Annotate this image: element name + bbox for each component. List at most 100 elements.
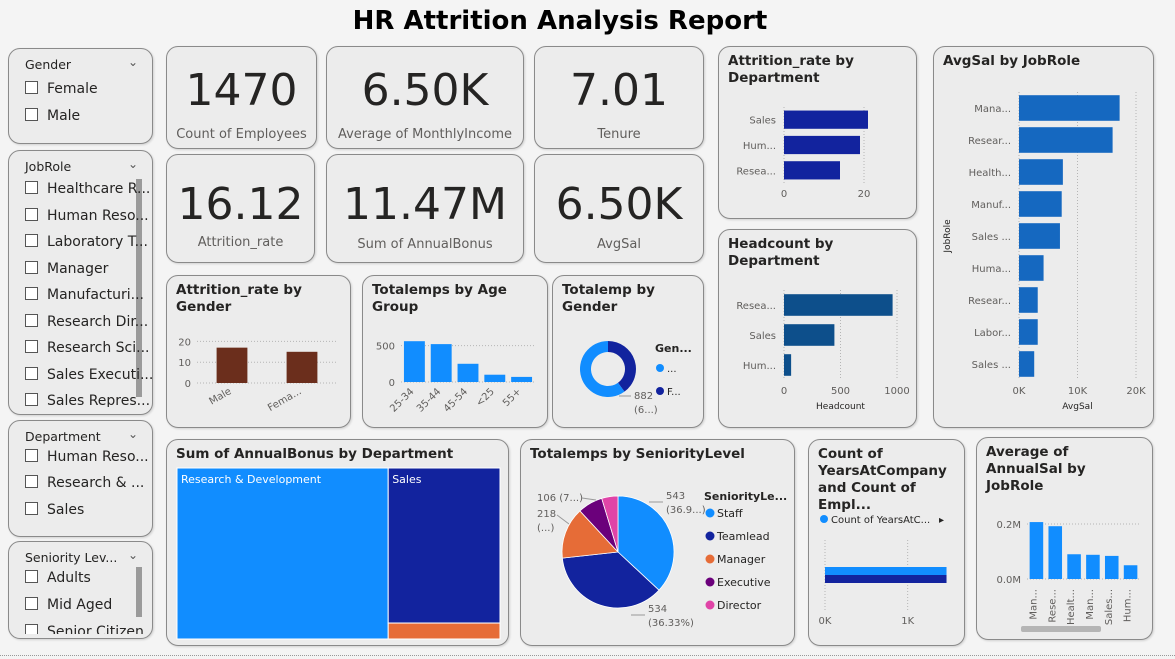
- checkbox-icon[interactable]: [25, 313, 38, 327]
- emp-by-gender-chart[interactable]: Totalemp by Gender Gen...... F... 882 (6...…: [552, 275, 704, 428]
- chevron-down-icon[interactable]: ⌄: [128, 55, 138, 69]
- y-tick-label: 0.0M: [996, 575, 1021, 586]
- data-label: (...): [537, 523, 554, 534]
- bar: [1067, 554, 1081, 579]
- chart-svg: 0.0M 0.2M Man... Rese... Healt... Man... Sales…: [996, 520, 1140, 632]
- slicer-option[interactable]: Sales Repres...: [25, 393, 150, 407]
- donut-slice: [608, 341, 636, 392]
- kpi-tenure[interactable]: 7.01 Tenure: [534, 46, 704, 149]
- y-tick-label: 20: [178, 337, 191, 348]
- chevron-down-icon[interactable]: ⌄: [128, 548, 138, 562]
- checkbox-icon[interactable]: [25, 207, 38, 221]
- kpi-label: Attrition_rate: [197, 235, 284, 250]
- checkbox-icon[interactable]: [25, 624, 38, 634]
- legend-label: Manager: [717, 553, 766, 566]
- headcount-by-department-chart[interactable]: Headcount by Department 0 500 1000 Resea...…: [718, 229, 917, 428]
- slicer-option[interactable]: Laboratory T...: [25, 234, 148, 250]
- slicer-option[interactable]: Manager: [25, 260, 109, 277]
- y-tick-label: Sales ...: [972, 360, 1011, 371]
- y-tick-label: 10: [178, 358, 191, 369]
- seniority-slicer[interactable]: Seniority Lev... ⌄ Adults Mid Aged Senio…: [8, 541, 153, 639]
- x-tick-label: 20K: [1126, 386, 1146, 397]
- slicer-option-male[interactable]: Male: [25, 108, 80, 124]
- legend-marker: [705, 531, 715, 541]
- jobrole-slicer[interactable]: JobRole ⌄ Healthcare R... Human Reso... La…: [8, 150, 153, 415]
- x-tick-label: Man...: [1028, 589, 1039, 620]
- checkbox-icon[interactable]: [25, 287, 38, 300]
- seniority-pie-chart[interactable]: Totalemps by SeniorityLevel 543 (36.9...)…: [520, 439, 795, 646]
- bar: [784, 135, 860, 155]
- gender-slicer[interactable]: Gender ⌄ Female Male: [8, 48, 153, 144]
- chevron-down-icon[interactable]: ⌄: [128, 157, 138, 171]
- checkbox-icon[interactable]: [25, 597, 38, 610]
- attrition-by-gender-chart[interactable]: Attrition_rate by Gender 0 10 20 Male Fema..…: [166, 275, 351, 428]
- attrition-by-department-chart[interactable]: Attrition_rate by Department 0 20 Sales Hum…: [718, 46, 917, 219]
- checkbox-icon[interactable]: [25, 108, 38, 121]
- slicer-option[interactable]: Research & ...: [25, 475, 144, 491]
- annualsal-by-jobrole-chart[interactable]: Average of AnnualSal by JobRole 0.0M 0.2M…: [976, 437, 1153, 640]
- kpi-avgsal[interactable]: 6.50K AvgSal: [534, 154, 704, 263]
- y-tick-label: Health...: [969, 168, 1011, 179]
- treemap-tile: [387, 467, 501, 624]
- legend-marker: [820, 515, 828, 523]
- checkbox-icon[interactable]: [25, 181, 38, 194]
- slicer-option[interactable]: Research Sci...: [25, 340, 150, 356]
- checkbox-icon[interactable]: [25, 260, 38, 274]
- kpi-value: 7.01: [570, 65, 668, 116]
- checkbox-icon[interactable]: [25, 502, 38, 515]
- slicer-option[interactable]: Research Dir...: [25, 313, 148, 330]
- checkbox-icon[interactable]: [25, 475, 38, 488]
- y-tick-label: 500: [376, 342, 395, 353]
- checkbox-icon[interactable]: [25, 393, 38, 406]
- x-tick-label: Man...: [1085, 589, 1096, 620]
- checkbox-icon[interactable]: [25, 449, 38, 462]
- page-border: [0, 655, 1175, 656]
- chevron-down-icon[interactable]: ⌄: [128, 427, 138, 441]
- avgsal-by-jobrole-chart[interactable]: AvgSal by JobRole 0K 10K 20K Mana... Resear.…: [933, 46, 1154, 428]
- checkbox-icon[interactable]: [25, 234, 38, 247]
- kpi-sum-annual-bonus[interactable]: 11.47M Sum of AnnualBonus: [326, 154, 524, 263]
- bar: [1019, 319, 1038, 345]
- page-title: HR Attrition Analysis Report: [352, 6, 768, 36]
- slicer-option[interactable]: Human Reso...: [25, 207, 149, 224]
- kpi-value: 1470: [185, 65, 298, 116]
- kpi-attrition-rate[interactable]: 16.12 Attrition_rate: [166, 154, 315, 263]
- legend-label: Teamlead: [716, 530, 770, 543]
- years-count-chart[interactable]: Count of YearsAtCompany and Count of Emp…: [808, 439, 965, 646]
- bar: [403, 341, 425, 382]
- checkbox-icon[interactable]: [25, 366, 38, 380]
- kpi-avg-monthly-income[interactable]: 6.50K Average of MonthlyIncome: [326, 46, 524, 149]
- data-label: (6...): [634, 405, 658, 416]
- checkbox-icon[interactable]: [25, 81, 38, 94]
- bar: [1019, 159, 1063, 185]
- slicer-option[interactable]: Human Reso...: [25, 449, 149, 465]
- age-group-chart[interactable]: Totalemps by Age Group 0 500 25-34 35-44 45-…: [362, 275, 548, 428]
- department-slicer[interactable]: Department ⌄ Human Reso... Research & ..…: [8, 420, 153, 537]
- slicer-option[interactable]: Senior Citizen: [25, 624, 144, 634]
- bar: [1019, 223, 1060, 249]
- slicer-option[interactable]: Adults: [25, 570, 91, 586]
- checkbox-icon[interactable]: [25, 340, 38, 353]
- slicer-option[interactable]: Sales: [25, 502, 84, 518]
- slicer-option[interactable]: Sales Executi...: [25, 366, 152, 383]
- scrollbar[interactable]: [136, 567, 142, 617]
- slicer-option[interactable]: Manufacturi...: [25, 287, 144, 303]
- treemap-tile: [387, 622, 501, 640]
- checkbox-icon[interactable]: [25, 570, 38, 583]
- bar: [1104, 555, 1119, 579]
- x-axis-title: Headcount: [816, 402, 865, 412]
- kpi-count-employees[interactable]: 1470 Count of Employees: [166, 46, 317, 149]
- option-label: Manager: [47, 260, 109, 277]
- chart-svg: 0 500 25-3435-4445-54 <25 55+: [376, 341, 535, 415]
- slicer-option[interactable]: Mid Aged: [25, 597, 112, 613]
- chart-svg: 0 10 20 Male Fema...: [178, 337, 337, 414]
- legend-marker: [656, 364, 664, 372]
- annual-bonus-treemap[interactable]: Sum of AnnualBonus by Department Researc…: [166, 439, 509, 646]
- x-tick-label: Healt...: [1066, 589, 1077, 625]
- slicer-option[interactable]: Healthcare R...: [25, 181, 150, 197]
- kpi-label: Average of MonthlyIncome: [337, 127, 513, 142]
- chart-svg: 543 (36.9...) 534 (36.33%) 218 (...) 106 (7...…: [537, 490, 787, 629]
- slicer-option-female[interactable]: Female: [25, 81, 98, 97]
- bar: [430, 344, 452, 382]
- x-tick-label: 0: [781, 189, 787, 200]
